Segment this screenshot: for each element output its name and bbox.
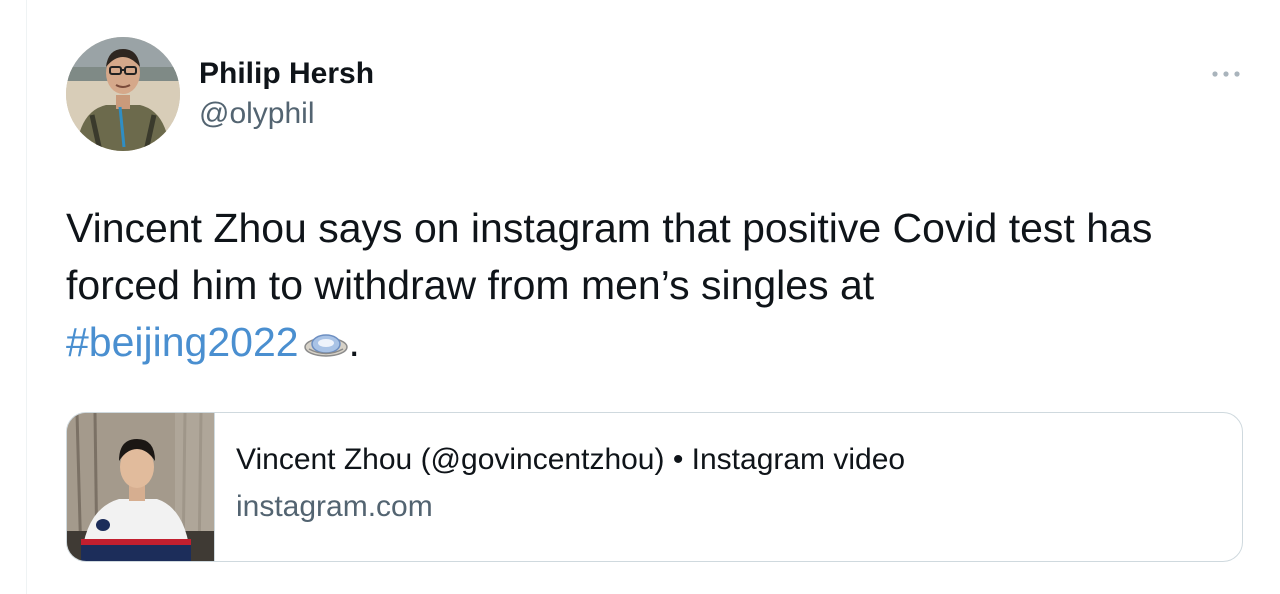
link-preview-card[interactable]: Vincent Zhou (@govincentzhou) • Instagra… <box>66 412 1243 562</box>
tweet-text: Vincent Zhou says on instagram that posi… <box>66 200 1236 375</box>
author-handle[interactable]: @olyphil <box>199 96 315 132</box>
author-avatar[interactable] <box>66 37 180 151</box>
card-title: Vincent Zhou (@govincentzhou) • Instagra… <box>236 443 906 476</box>
tweet-page: Philip Hersh @olyphil Vincent Zhou says … <box>0 0 1280 594</box>
tweet-text-line-1: Vincent Zhou says on instagram that posi… <box>66 205 1153 251</box>
card-domain: instagram.com <box>236 490 433 523</box>
tweet-text-line-2: forced him to withdraw from men’s single… <box>66 262 875 308</box>
card-thumbnail <box>67 413 215 561</box>
hashtag-link[interactable]: #beijing2022 <box>66 319 299 365</box>
tweet-trailing-period: . <box>348 319 360 365</box>
timeline-border <box>26 0 27 594</box>
more-options-icon <box>1212 71 1240 77</box>
more-options-button[interactable] <box>1204 58 1248 90</box>
author-name[interactable]: Philip Hersh <box>199 56 374 92</box>
olympics-hashflag-icon <box>303 318 349 375</box>
